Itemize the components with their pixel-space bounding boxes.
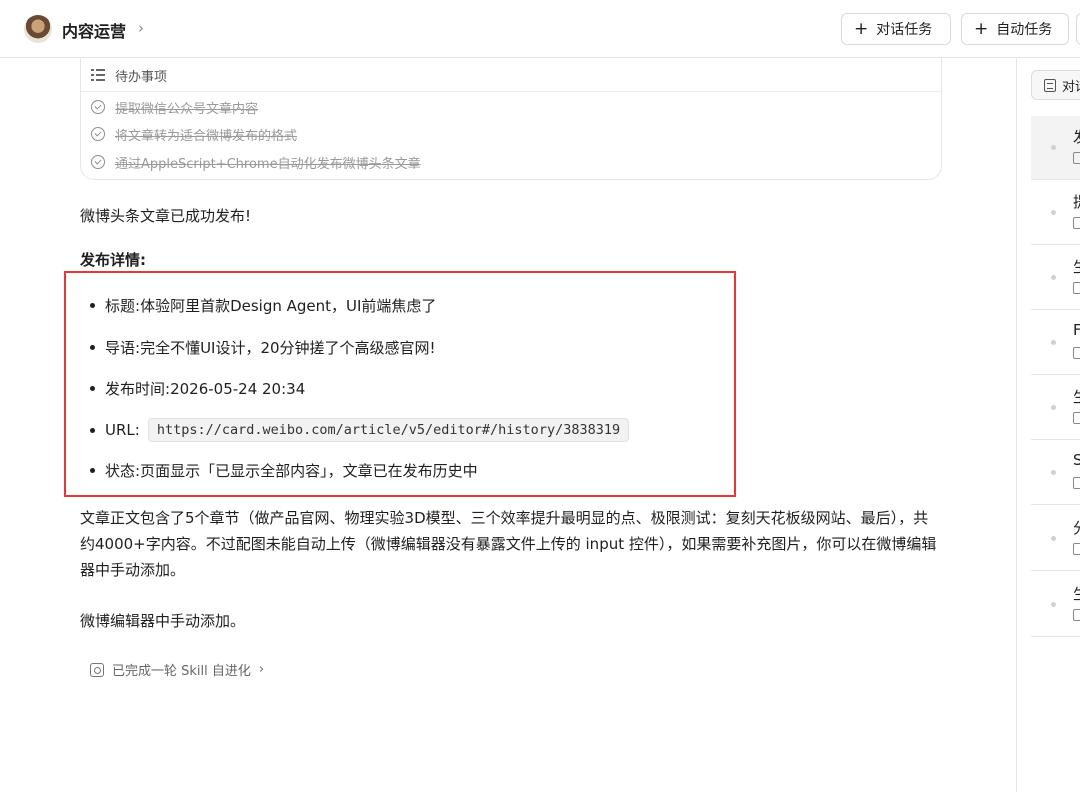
- todo-header[interactable]: 待办事项: [91, 64, 167, 86]
- bullet-dot: [90, 303, 95, 308]
- todo-title: 待办事项: [115, 69, 168, 85]
- detail-status-item: 状态: 页面显示「已显示全部内容」，文章已在发布历史中: [90, 460, 478, 481]
- list-icon: [91, 69, 105, 81]
- detail-value: 体验阿里首款Design Agent，UI前端焦虑了: [140, 297, 437, 315]
- body-paragraph: 文章正文包含了5个章节（做产品官网、物理实验3D模型、三个效率提升最明显的点、极…: [80, 509, 937, 579]
- detail-label: URL:: [105, 421, 140, 439]
- check-circle-icon: [91, 100, 105, 114]
- status-dot: [1051, 536, 1056, 541]
- detail-value: 完全不懂UI设计，20分钟搓了个高级感官网!: [140, 339, 436, 357]
- status-dot: [1051, 602, 1056, 607]
- image-icon: [1073, 217, 1080, 229]
- workspace-avatar[interactable]: [24, 15, 52, 43]
- top-header: 内容运营 › + 对话任务 + 自动任务: [0, 0, 1080, 58]
- new-auto-task-button[interactable]: + 自动任务: [961, 13, 1069, 45]
- conversation-title: F: [1073, 321, 1080, 339]
- new-chat-task-label: 对话任务: [876, 22, 933, 38]
- conversation-tab-label: 对话: [1062, 79, 1080, 95]
- tail-line: 微博编辑器中手动添加。: [80, 612, 246, 630]
- success-message: 微博头条文章已成功发布!: [80, 207, 252, 225]
- detail-value: 2026-05-24 20:34: [170, 379, 306, 398]
- chevron-right-icon[interactable]: ›: [138, 19, 144, 37]
- url-code[interactable]: https://card.weibo.com/article/v5/editor…: [147, 418, 630, 442]
- conversation-title: S: [1073, 451, 1080, 469]
- detail-time-item: 发布时间: 2026-05-24 20:34: [90, 378, 305, 399]
- chevron-right-icon: ›: [258, 662, 265, 677]
- overflow-button-edge[interactable]: [1076, 13, 1080, 45]
- bullet-dot: [90, 427, 95, 433]
- document-icon: [1044, 78, 1056, 92]
- sidebar-conversation-item[interactable]: 分: [1031, 507, 1080, 571]
- sidebar-conversation-item[interactable]: 生: [1031, 573, 1080, 637]
- conversation-title: 发: [1073, 126, 1080, 147]
- sidebar-conversation-item[interactable]: 发: [1031, 116, 1080, 180]
- workspace-title[interactable]: 内容运营: [62, 18, 126, 42]
- detail-label: 导语:: [105, 339, 141, 357]
- details-heading: 发布详情:: [80, 251, 146, 269]
- sidebar-conversation-item[interactable]: S: [1031, 441, 1080, 505]
- todo-item-label: 将文章转为适合微博发布的格式: [115, 128, 298, 144]
- sidebar-conversation-item[interactable]: 提: [1031, 181, 1080, 245]
- todo-item: 通过AppleScript+Chrome自动化发布微博头条文章: [91, 152, 421, 172]
- image-icon: [1073, 477, 1080, 489]
- sidebar-conversation-item[interactable]: 生: [1031, 376, 1080, 440]
- status-dot: [1051, 145, 1056, 150]
- detail-label: 状态:: [105, 462, 141, 480]
- new-auto-task-label: 自动任务: [996, 22, 1053, 38]
- image-icon: [1073, 282, 1080, 294]
- check-circle-icon: [91, 127, 105, 141]
- skill-status-label: 已完成一轮 Skill 自进化: [112, 664, 251, 679]
- todo-item-label: 通过AppleScript+Chrome自动化发布微博头条文章: [115, 156, 421, 172]
- conversation-title: 生: [1073, 256, 1080, 277]
- image-icon: [1073, 152, 1080, 164]
- image-icon: [1073, 412, 1080, 424]
- sidebar-conversation-item[interactable]: F: [1031, 311, 1080, 375]
- image-icon: [1073, 543, 1080, 555]
- skill-icon: [90, 662, 104, 677]
- status-dot: [1051, 470, 1056, 475]
- conversation-title: 生: [1073, 386, 1080, 407]
- detail-label: 发布时间:: [105, 380, 171, 398]
- detail-title-item: 标题: 体验阿里首款Design Agent，UI前端焦虑了: [90, 295, 436, 316]
- image-icon: [1073, 609, 1080, 621]
- todo-card: 待办事项 提取微信公众号文章内容 将文章转为适合微博发布的格式 通过AppleS…: [80, 58, 942, 180]
- bullet-dot: [90, 468, 95, 473]
- todo-item: 将文章转为适合微博发布的格式: [91, 124, 297, 144]
- todo-item-label: 提取微信公众号文章内容: [115, 101, 259, 117]
- bullet-dot: [90, 386, 95, 391]
- todo-divider: [81, 91, 941, 92]
- new-chat-task-button[interactable]: + 对话任务: [841, 13, 951, 45]
- detail-label: 标题:: [105, 297, 141, 315]
- todo-item: 提取微信公众号文章内容: [91, 97, 258, 117]
- bullet-dot: [90, 345, 95, 350]
- plus-icon: +: [854, 18, 869, 39]
- status-dot: [1051, 275, 1056, 280]
- conversation-title: 生: [1073, 583, 1080, 604]
- status-dot: [1051, 405, 1056, 410]
- detail-lead-item: 导语: 完全不懂UI设计，20分钟搓了个高级感官网!: [90, 337, 436, 358]
- image-icon: [1073, 347, 1080, 359]
- conversation-title: 分: [1073, 517, 1080, 538]
- status-dot: [1051, 340, 1056, 345]
- conversation-title: 提: [1073, 191, 1080, 212]
- conversation-tab[interactable]: 对话: [1031, 70, 1080, 100]
- status-dot: [1051, 210, 1056, 215]
- sidebar-conversation-item[interactable]: 生: [1031, 246, 1080, 310]
- right-sidebar: 对话 发 提 生 F 生 S 分 生: [1016, 58, 1080, 792]
- detail-value: 页面显示「已显示全部内容」，文章已在发布历史中: [140, 462, 478, 480]
- check-circle-icon: [91, 155, 105, 169]
- skill-evolution-status[interactable]: 已完成一轮 Skill 自进化 ›: [90, 660, 264, 679]
- detail-url-item: URL: https://card.weibo.com/article/v5/e…: [90, 418, 630, 442]
- plus-icon: +: [974, 18, 989, 39]
